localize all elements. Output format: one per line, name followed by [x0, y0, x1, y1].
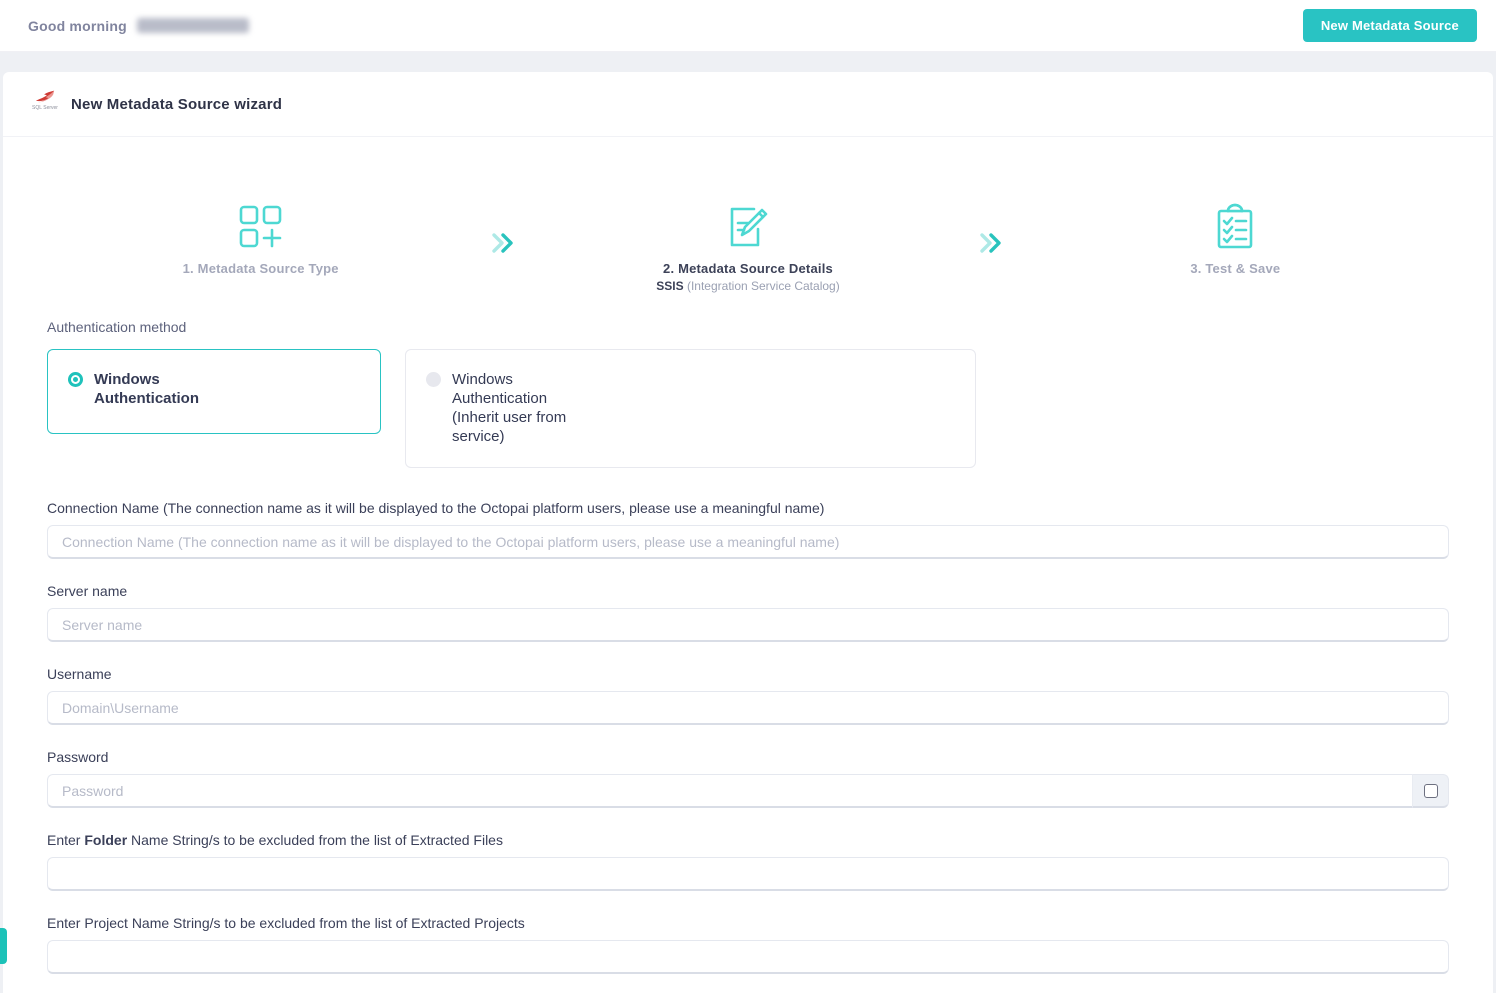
auth-method-label: Authentication method	[47, 319, 1449, 335]
auth-option-label: Windows Authentication	[94, 370, 216, 413]
radio-unselected-icon[interactable]	[426, 372, 441, 387]
radio-selected-icon[interactable]	[68, 372, 83, 387]
auth-options: Windows Authentication Windows Authentic…	[47, 349, 1449, 468]
sql-server-logo-icon: SQL Server	[31, 89, 59, 119]
greeting-text: Good morning	[28, 18, 127, 34]
label-text: Name String/s to be excluded from the li…	[127, 832, 503, 848]
checklist-icon	[1212, 199, 1258, 251]
excluded-folders-field: Enter Folder Name String/s to be exclude…	[47, 832, 1449, 891]
step-2-sub-bold: SSIS	[656, 279, 683, 293]
server-name-field: Server name	[47, 583, 1449, 642]
auth-option-windows-inherit[interactable]: Windows Authentication (Inherit user fro…	[405, 349, 976, 468]
double-chevron-icon	[979, 232, 1005, 254]
step-separator	[962, 217, 1022, 269]
wizard-header: SQL Server New Metadata Source wizard	[3, 72, 1493, 137]
top-bar: Good morning New Metadata Source	[0, 0, 1496, 52]
password-field: Password	[47, 749, 1449, 808]
auth-option-label: Windows Authentication (Inherit user fro…	[452, 370, 574, 447]
excluded-folders-input[interactable]	[47, 857, 1449, 891]
connection-name-field: Connection Name (The connection name as …	[47, 500, 1449, 559]
new-metadata-source-button[interactable]: New Metadata Source	[1303, 9, 1477, 42]
sql-server-logo-label: SQL Server	[32, 105, 58, 111]
username-field: Username	[47, 666, 1449, 725]
server-name-label: Server name	[47, 583, 1449, 599]
username-label: Username	[47, 666, 1449, 682]
page-title: New Metadata Source wizard	[71, 96, 282, 113]
step-3-label: 3. Test & Save	[1190, 261, 1280, 276]
username-input[interactable]	[47, 691, 1449, 725]
wizard-form: Authentication method Windows Authentica…	[3, 293, 1493, 993]
step-metadata-source-details[interactable]: 2. Metadata Source Details SSIS (Integra…	[534, 199, 961, 293]
grid-plus-icon	[237, 199, 285, 251]
password-label: Password	[47, 749, 1449, 765]
show-password-addon	[1412, 774, 1449, 808]
step-1-label: 1. Metadata Source Type	[183, 261, 339, 276]
connection-name-input[interactable]	[47, 525, 1449, 559]
excluded-projects-input[interactable]	[47, 940, 1449, 974]
double-chevron-icon	[491, 232, 517, 254]
excluded-projects-label: Enter Project Name String/s to be exclud…	[47, 915, 1449, 931]
excluded-folders-label: Enter Folder Name String/s to be exclude…	[47, 832, 1449, 848]
label-text: Enter	[47, 832, 84, 848]
edit-document-icon	[724, 199, 772, 251]
step-separator	[474, 217, 534, 269]
server-name-input[interactable]	[47, 608, 1449, 642]
feedback-side-tab[interactable]	[0, 928, 7, 964]
excluded-projects-field: Enter Project Name String/s to be exclud…	[47, 915, 1449, 974]
wizard-card: SQL Server New Metadata Source wizard 1.…	[3, 72, 1493, 993]
wizard-steps: 1. Metadata Source Type 2. Metadata Sour…	[3, 137, 1493, 293]
step-test-and-save[interactable]: 3. Test & Save	[1022, 199, 1449, 276]
redacted-user-name	[137, 18, 249, 33]
connection-name-label: Connection Name (The connection name as …	[47, 500, 1449, 516]
step-metadata-source-type[interactable]: 1. Metadata Source Type	[47, 199, 474, 276]
label-text-bold: Folder	[84, 832, 127, 848]
step-2-sub-rest: (Integration Service Catalog)	[684, 279, 840, 293]
show-password-checkbox[interactable]	[1424, 784, 1438, 798]
step-2-label: 2. Metadata Source Details	[663, 261, 833, 276]
password-input[interactable]	[47, 774, 1412, 808]
step-2-sublabel: SSIS (Integration Service Catalog)	[656, 279, 839, 293]
auth-option-windows[interactable]: Windows Authentication	[47, 349, 381, 434]
